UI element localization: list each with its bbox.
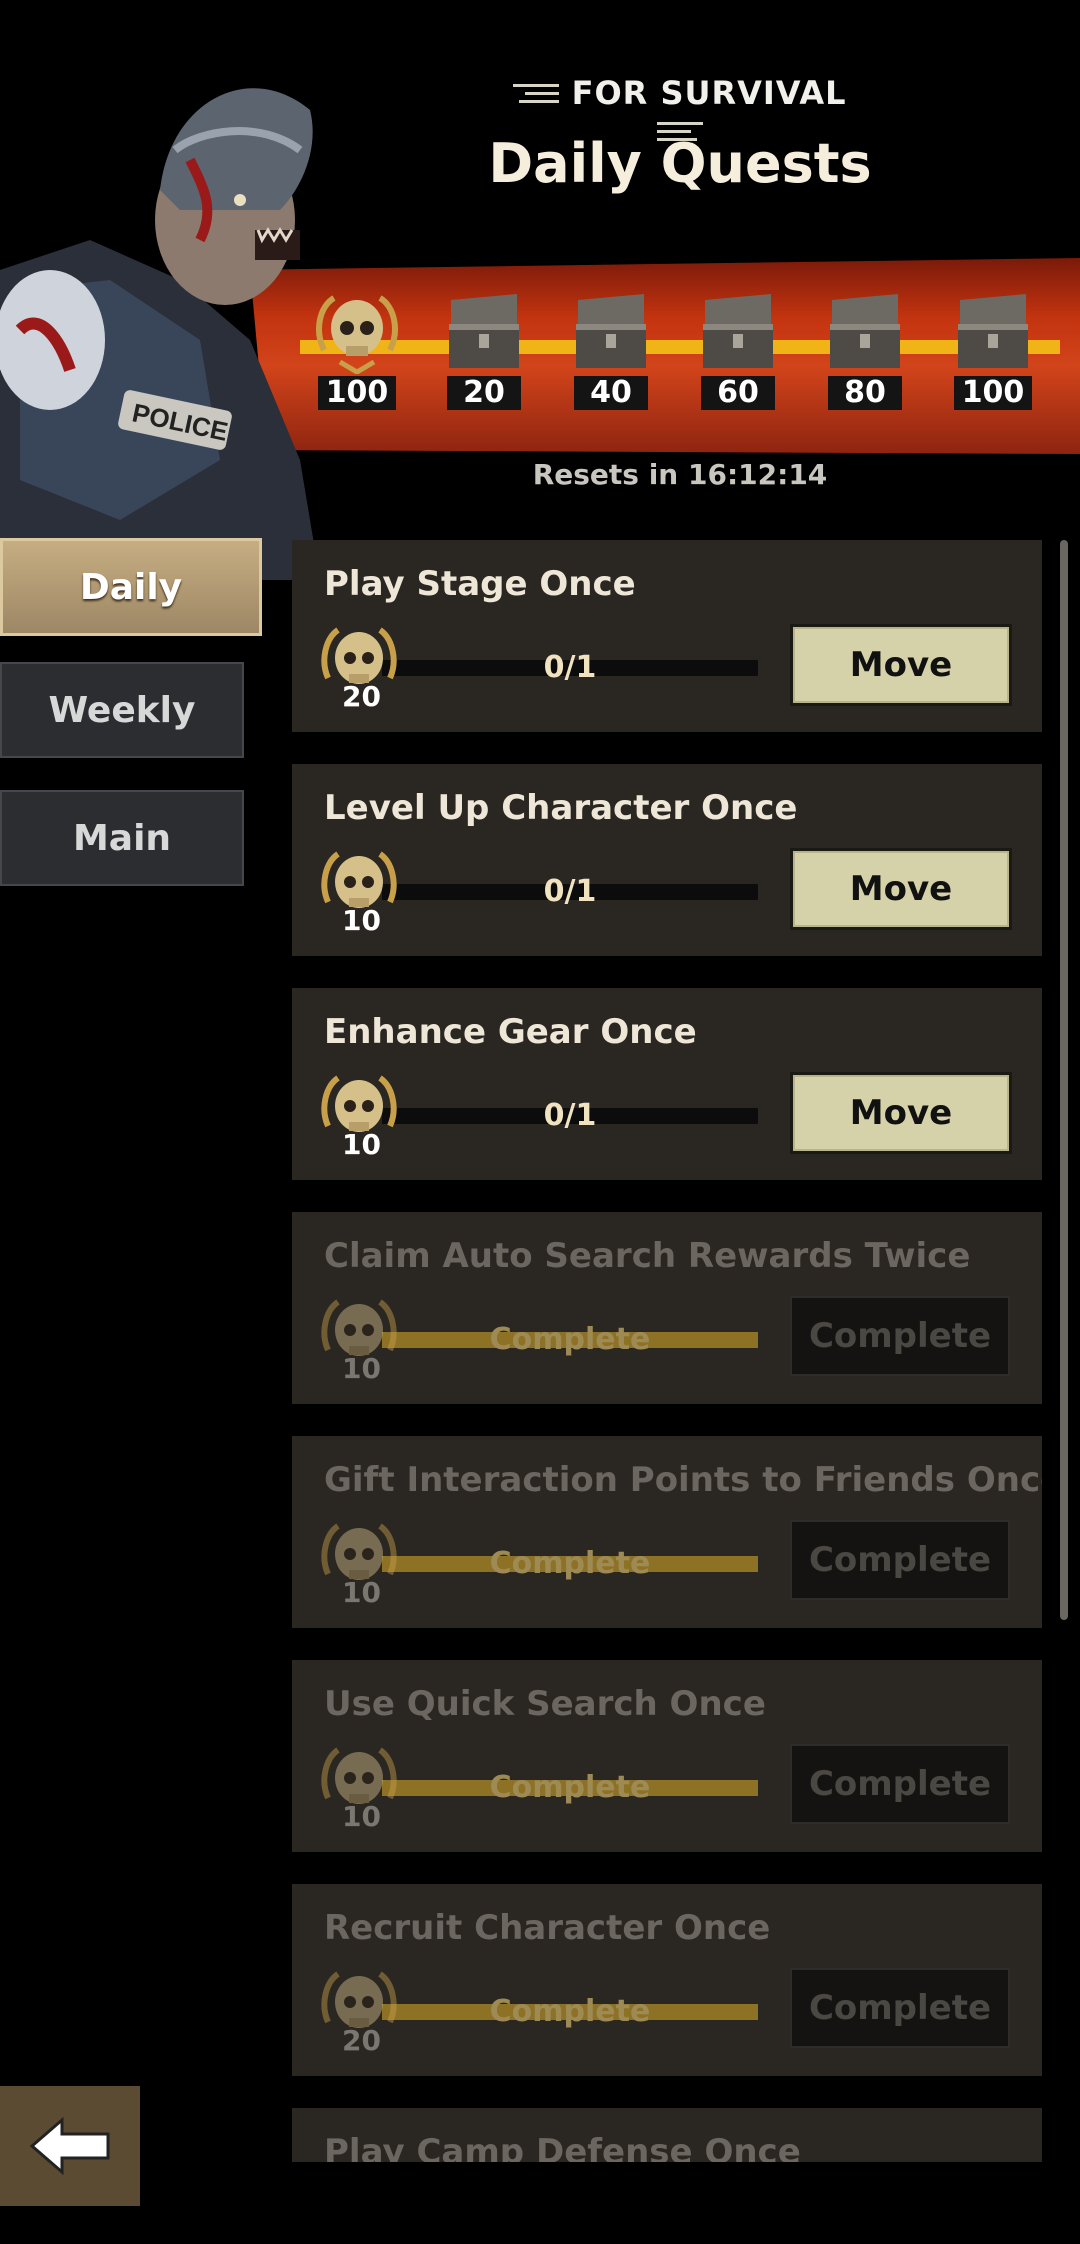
quest-progress-bar: Complete	[382, 1322, 758, 1357]
chest-icon	[449, 294, 519, 368]
quest-card: Use Quick Search Once Complete 10 Comple…	[292, 1660, 1042, 1852]
quest-reward-amount: 10	[342, 904, 381, 937]
complete-button: Complete	[790, 1520, 1010, 1600]
quest-title: Level Up Character Once	[324, 788, 798, 828]
chest-icon	[576, 294, 646, 368]
quest-progress-label: Complete	[489, 1770, 651, 1805]
milestone-chest-80[interactable]: 80	[820, 290, 910, 410]
quest-progress-label: Complete	[489, 1994, 651, 2029]
milestone-chest-20[interactable]: 20	[439, 290, 529, 410]
quest-progress-bar: 0/1	[382, 1098, 758, 1133]
complete-button: Complete	[790, 1744, 1010, 1824]
chest-icon	[830, 294, 900, 368]
milestone-value: 20	[447, 376, 521, 410]
milestone-value: 40	[574, 376, 648, 410]
quest-progress-label: 0/1	[543, 1098, 597, 1133]
quest-progress-label: Complete	[489, 1322, 651, 1357]
zombie-police-character: POLICE	[0, 88, 320, 580]
milestone-chest-40[interactable]: 40	[566, 290, 656, 410]
quest-progress-label: Complete	[489, 1546, 651, 1581]
page-title: Daily Quests	[488, 132, 872, 195]
complete-button: Complete	[790, 1296, 1010, 1376]
quest-card: Play Stage Once 0/1 20 Move	[292, 540, 1042, 732]
quest-list[interactable]: Play Stage Once 0/1 20 Move Level Up Cha…	[292, 540, 1042, 2162]
reset-timer: Resets in 16:12:14	[532, 458, 828, 491]
complete-button: Complete	[790, 1968, 1010, 2048]
quest-title: Recruit Character Once	[324, 1908, 771, 1948]
back-button[interactable]	[0, 2086, 140, 2206]
tab-weekly[interactable]: Weekly	[0, 662, 244, 758]
quest-progress-bar: 0/1	[382, 650, 758, 685]
quest-reward-amount: 10	[342, 1352, 381, 1385]
milestone-value: 80	[828, 376, 902, 410]
tab-daily[interactable]: Daily	[0, 538, 262, 636]
milestone-value: 60	[701, 376, 775, 410]
quest-title: Play Stage Once	[324, 564, 636, 604]
quest-card: Level Up Character Once 0/1 10 Move	[292, 764, 1042, 956]
tab-main[interactable]: Main	[0, 790, 244, 886]
quest-title: Gift Interaction Points to Friends Once	[324, 1460, 1042, 1500]
quest-progress-bar: 0/1	[382, 874, 758, 909]
quest-reward-amount: 20	[342, 2024, 381, 2057]
milestone-value: 100	[317, 376, 397, 410]
quest-list-scrollbar[interactable]	[1060, 540, 1068, 1620]
quest-title: Enhance Gear Once	[324, 1012, 697, 1052]
quest-card: Enhance Gear Once 0/1 10 Move	[292, 988, 1042, 1180]
quest-card: Claim Auto Search Rewards Twice Complete…	[292, 1212, 1042, 1404]
quest-reward-amount: 10	[342, 1800, 381, 1833]
quest-progress-label: 0/1	[543, 874, 597, 909]
quest-card: Recruit Character Once Complete 20 Compl…	[292, 1884, 1042, 2076]
milestone-value: 100	[953, 376, 1033, 410]
quest-card: Play Camp Defense Once	[292, 2108, 1042, 2162]
quest-title: Use Quick Search Once	[324, 1684, 766, 1724]
quest-reward-amount: 10	[342, 1576, 381, 1609]
quest-card: Gift Interaction Points to Friends Once …	[292, 1436, 1042, 1628]
milestone-skull-100[interactable]: 100	[312, 290, 402, 410]
quest-reward-amount: 20	[342, 680, 381, 713]
quest-reward-amount: 10	[342, 1128, 381, 1161]
move-button[interactable]: Move	[790, 848, 1012, 930]
milestone-chest-100[interactable]: 100	[948, 290, 1038, 410]
quest-progress-label: 0/1	[543, 650, 597, 685]
quest-progress-bar: Complete	[382, 1994, 758, 2029]
milestone-chest-60[interactable]: 60	[693, 290, 783, 410]
quest-progress-bar: Complete	[382, 1770, 758, 1805]
header-subtitle: FOR SURVIVAL	[571, 74, 847, 112]
skull-medal-icon	[316, 295, 398, 374]
quest-title: Play Camp Defense Once	[324, 2132, 801, 2162]
back-arrow-icon	[29, 2116, 110, 2176]
chest-icon	[703, 294, 773, 368]
chest-icon	[958, 294, 1028, 368]
reward-progress-track	[300, 340, 1060, 354]
move-button[interactable]: Move	[790, 624, 1012, 706]
quest-title: Claim Auto Search Rewards Twice	[324, 1236, 971, 1276]
quest-progress-bar: Complete	[382, 1546, 758, 1581]
move-button[interactable]: Move	[790, 1072, 1012, 1154]
decor-lines-left	[513, 82, 560, 108]
